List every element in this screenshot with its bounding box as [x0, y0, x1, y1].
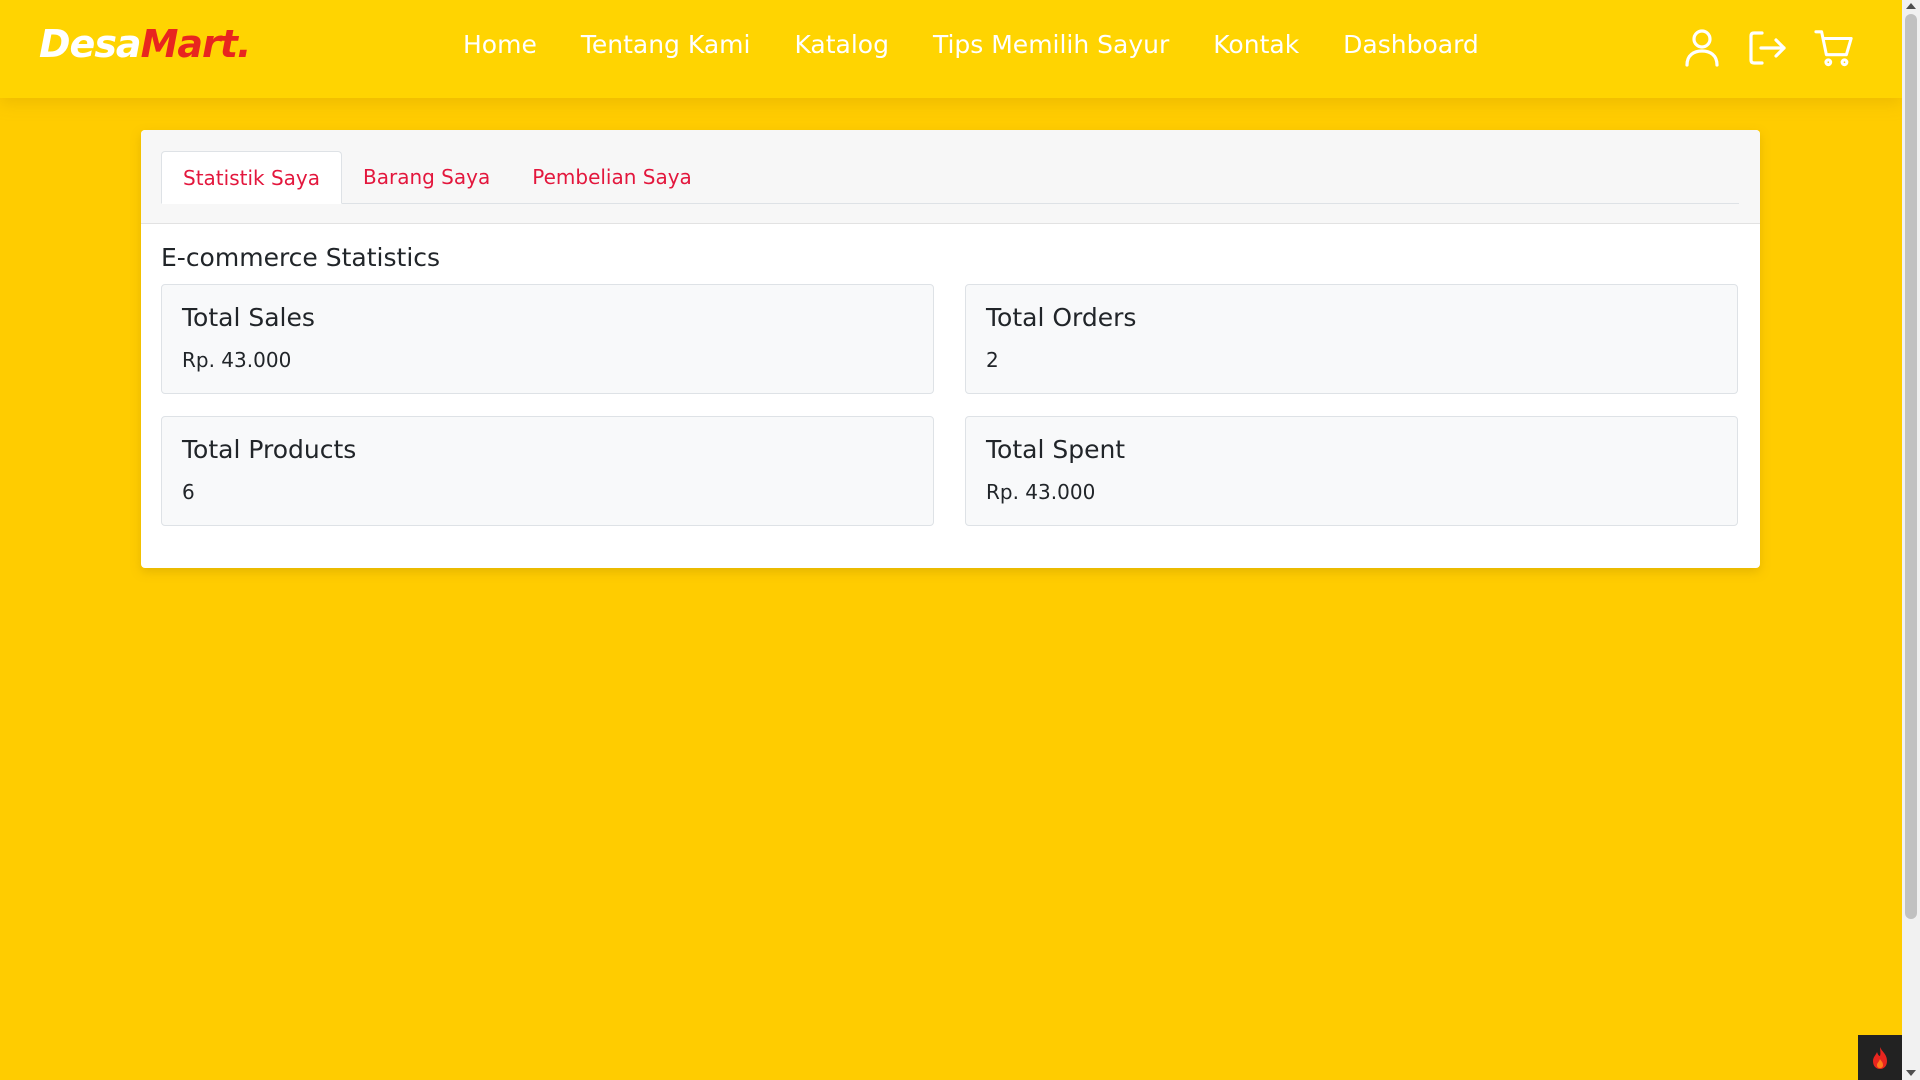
scrollbar-thumb[interactable] — [1905, 14, 1917, 919]
stat-value: Rp. 43.000 — [986, 480, 1096, 504]
stat-title: Total Sales — [182, 303, 315, 332]
brand-dot: . — [236, 22, 251, 66]
stat-title: Total Spent — [986, 435, 1126, 464]
nav-link-tips-memilih-sayur[interactable]: Tips Memilih Sayur — [933, 30, 1169, 59]
stat-card-total-orders: Total Orders 2 — [965, 284, 1738, 394]
nav-link-kontak[interactable]: Kontak — [1213, 30, 1299, 59]
flame-icon — [1873, 1046, 1887, 1069]
stat-title: Total Products — [182, 435, 357, 464]
stat-title: Total Orders — [986, 303, 1137, 332]
brand-name-part2: Mart — [140, 22, 238, 66]
card-header: Statistik Saya Barang Saya Pembelian Say… — [141, 130, 1760, 224]
logout-icon[interactable] — [1748, 28, 1788, 68]
corner-widget-button[interactable] — [1858, 1035, 1902, 1080]
scroll-up-arrow-icon[interactable] — [1906, 3, 1916, 9]
scroll-down-arrow-icon[interactable] — [1906, 1070, 1916, 1076]
stat-card-total-sales: Total Sales Rp. 43.000 — [161, 284, 934, 394]
stat-value: Rp. 43.000 — [182, 348, 292, 372]
brand-name-part1: Desa — [39, 22, 142, 66]
brand-logo[interactable]: DesaMart. — [39, 22, 251, 66]
user-icon[interactable] — [1682, 28, 1722, 68]
tab-statistik-saya[interactable]: Statistik Saya — [161, 151, 342, 204]
stat-value: 2 — [986, 348, 999, 372]
cart-icon[interactable] — [1814, 28, 1854, 68]
tab-pembelian-saya[interactable]: Pembelian Saya — [511, 151, 713, 202]
section-title: E-commerce Statistics — [161, 243, 441, 272]
page-scrollbar[interactable] — [1902, 0, 1920, 1080]
stat-card-total-spent: Total Spent Rp. 43.000 — [965, 416, 1738, 526]
nav-link-katalog[interactable]: Katalog — [794, 30, 889, 59]
navbar: DesaMart. Home Tentang Kami Katalog Tips… — [0, 0, 1902, 98]
nav-link-home[interactable]: Home — [463, 30, 537, 59]
stat-card-total-products: Total Products 6 — [161, 416, 934, 526]
stat-value: 6 — [182, 480, 195, 504]
nav-link-tentang-kami[interactable]: Tentang Kami — [581, 30, 751, 59]
tab-bar: Statistik Saya Barang Saya Pembelian Say… — [161, 151, 1739, 204]
nav-icons — [1682, 28, 1854, 68]
nav-link-dashboard[interactable]: Dashboard — [1343, 30, 1479, 59]
nav-links: Home Tentang Kami Katalog Tips Memilih S… — [463, 30, 1523, 59]
tab-barang-saya[interactable]: Barang Saya — [342, 151, 511, 202]
